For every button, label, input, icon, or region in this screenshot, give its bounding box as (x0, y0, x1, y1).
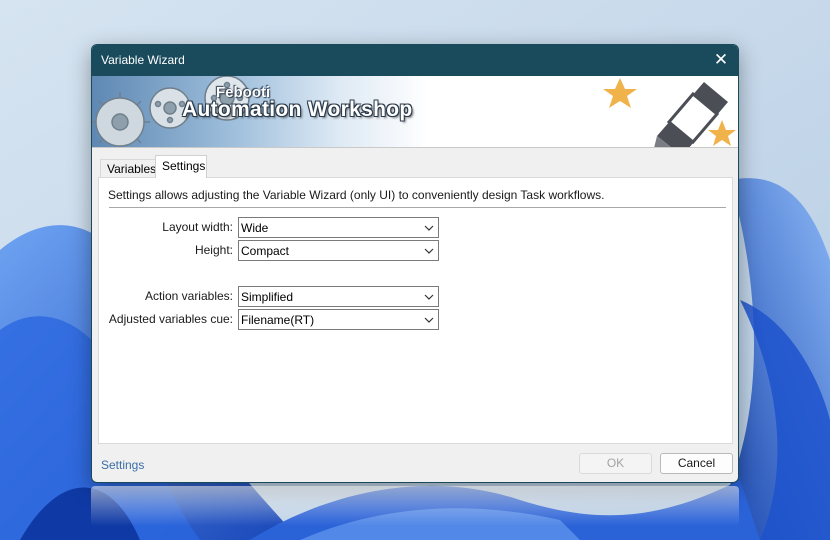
chevron-down-icon (424, 317, 434, 323)
layout-width-label: Layout width: (162, 220, 233, 234)
adjusted-variables-cue-row: Adjusted variables cue: Filename(RT) (99, 309, 459, 330)
action-variables-value: Simplified (241, 290, 294, 304)
window-title: Variable Wizard (101, 53, 185, 67)
tab-settings[interactable]: Settings (155, 155, 207, 178)
action-variables-row: Action variables: Simplified (99, 286, 459, 307)
ok-button[interactable]: OK (579, 453, 652, 474)
height-value: Compact (241, 244, 290, 258)
chevron-down-icon (424, 248, 434, 254)
close-icon[interactable]: ✕ (708, 48, 734, 72)
variable-wizard-window: Variable Wizard ✕ Febooti Automation Wor… (91, 44, 739, 483)
settings-help-link[interactable]: Settings (101, 458, 144, 472)
chevron-down-icon (424, 294, 434, 300)
chevron-down-icon (424, 225, 434, 231)
window-reflection (91, 486, 739, 526)
layout-width-row: Layout width: Wide (99, 217, 459, 238)
divider (109, 207, 726, 208)
height-dropdown[interactable]: Compact (238, 240, 439, 261)
adjusted-variables-cue-dropdown[interactable]: Filename(RT) (238, 309, 439, 330)
tab-variables[interactable]: Variables (100, 159, 156, 177)
layout-width-dropdown[interactable]: Wide (238, 217, 439, 238)
settings-description: Settings allows adjusting the Variable W… (108, 188, 605, 202)
cancel-button[interactable]: Cancel (660, 453, 733, 474)
gear-icon (92, 92, 150, 147)
layout-width-value: Wide (241, 221, 269, 235)
action-variables-dropdown[interactable]: Simplified (238, 286, 439, 307)
action-variables-label: Action variables: (144, 289, 233, 303)
adjusted-variables-cue-value: Filename(RT) (241, 313, 315, 327)
product-banner: Febooti Automation Workshop (92, 76, 738, 148)
title-bar[interactable]: Variable Wizard ✕ (92, 45, 738, 76)
settings-panel: Settings allows adjusting the Variable W… (98, 177, 733, 444)
star-icon (603, 78, 637, 108)
star-icon (708, 120, 736, 146)
height-label: Height: (194, 243, 233, 257)
adjusted-variables-cue-label: Adjusted variables cue: (108, 312, 233, 326)
height-row: Height: Compact (99, 240, 459, 261)
brand-product: Automation Workshop (182, 98, 413, 121)
